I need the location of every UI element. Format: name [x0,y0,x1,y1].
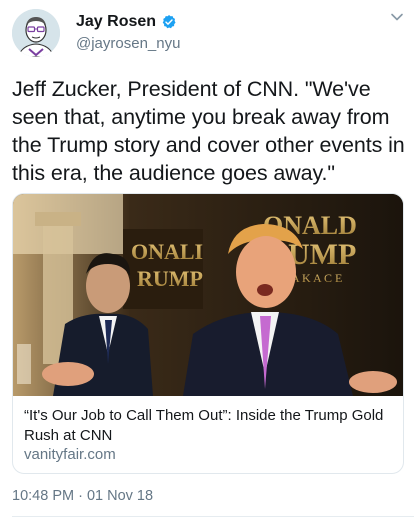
article-photo: ONALI RUMP ONALD UMP A K A C E [13,194,403,396]
svg-text:A K A C E: A K A C E [291,271,342,285]
verified-badge-icon [162,15,176,29]
svg-text:RUMP: RUMP [137,266,203,291]
tweet-header: Jay Rosen @jayrosen_nyu [0,0,414,64]
tweet-timestamp[interactable]: 10:48 PM · 01 Nov 18 [12,488,153,504]
author-handle[interactable]: @jayrosen_nyu [76,35,180,52]
author-avatar[interactable] [12,9,60,57]
svg-text:ONALI: ONALI [131,239,203,264]
divider [12,516,414,517]
link-card-domain[interactable]: vanityfair.com [24,446,116,463]
link-card-title[interactable]: “It's Our Job to Call Them Out”: Inside … [24,406,394,446]
author-display-name[interactable]: Jay Rosen [76,13,156,31]
tweet-text: Jeff Zucker, President of CNN. "We've se… [12,77,405,185]
link-preview-card[interactable]: ONALI RUMP ONALD UMP A K A C E “It's Our… [12,193,404,474]
chevron-down-icon[interactable] [390,10,404,24]
link-card-image[interactable]: ONALI RUMP ONALD UMP A K A C E [13,194,403,396]
author-name-row[interactable]: Jay Rosen [76,13,177,31]
cartoon-portrait-icon [12,9,60,57]
